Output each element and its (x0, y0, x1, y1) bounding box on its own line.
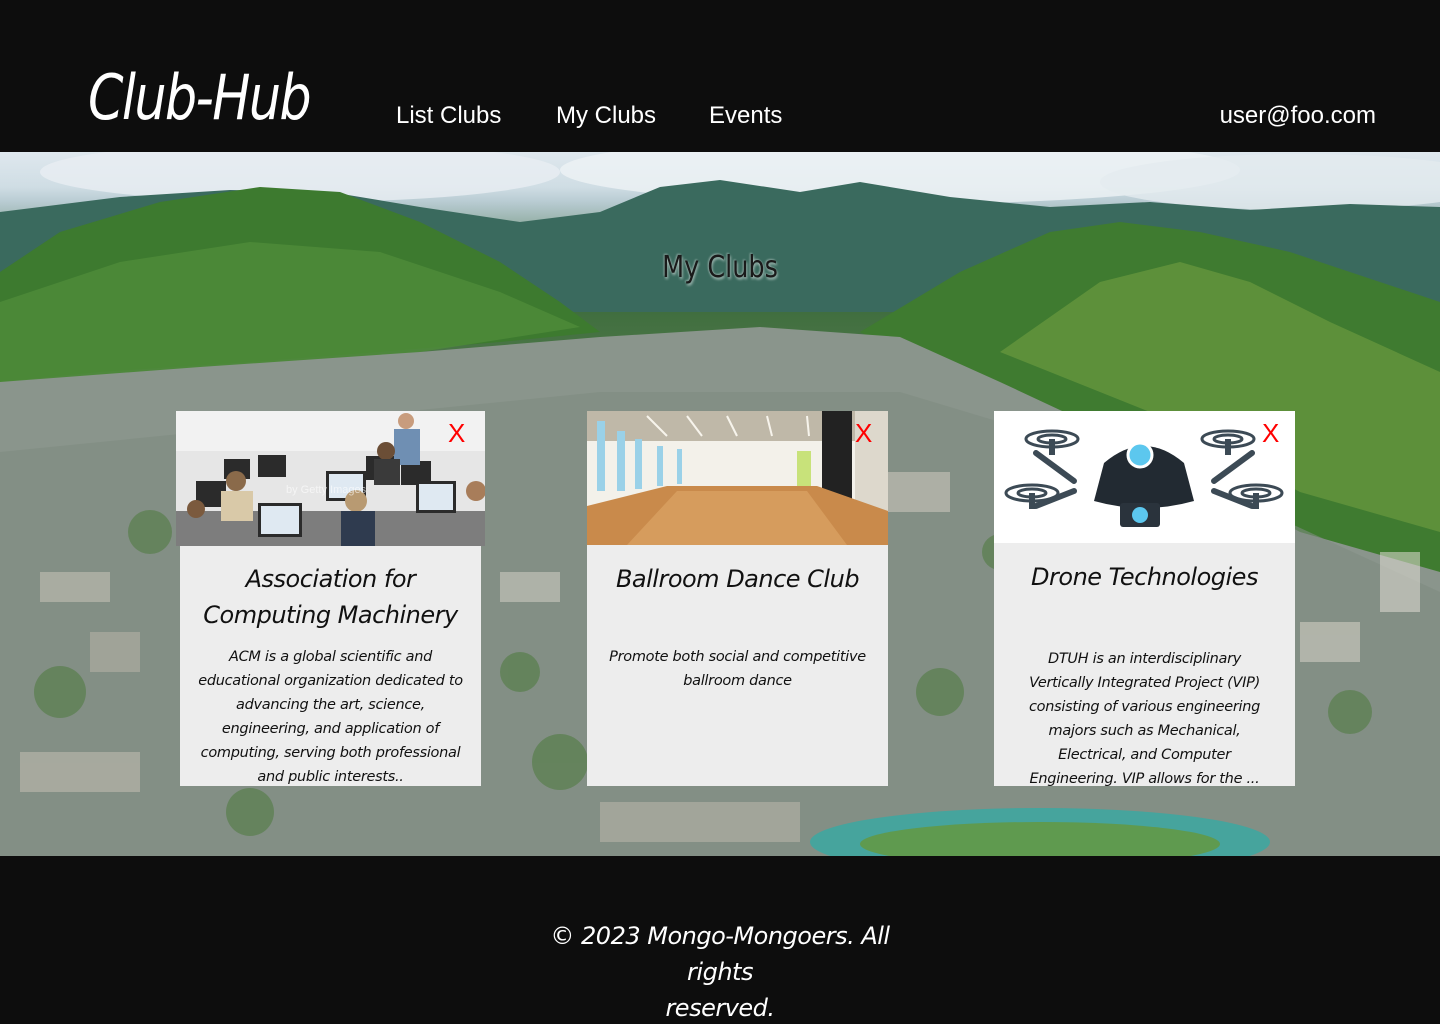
footer: © 2023 Mongo-Mongoers. All rights reserv… (0, 856, 1440, 1024)
copyright-line: reserved. (665, 994, 775, 1022)
club-title: Ballroom Dance Club (615, 565, 860, 593)
computer-lab-photo (176, 411, 485, 546)
nav-my-clubs[interactable]: My Clubs (556, 100, 656, 132)
nav-list-clubs[interactable]: List Clubs (396, 100, 501, 132)
drone-illustration (994, 411, 1295, 543)
remove-club-button[interactable]: X (448, 419, 465, 447)
club-image (994, 411, 1295, 543)
club-card-ballroom[interactable]: X Ballroom Dance Club Promote both socia… (587, 411, 888, 786)
club-image (587, 411, 888, 545)
nav-events[interactable]: Events (709, 100, 782, 132)
club-image: by Getty Images (176, 411, 485, 546)
remove-club-button[interactable]: X (855, 419, 872, 447)
club-title-line: Computing Machinery (203, 601, 458, 629)
remove-club-button[interactable]: X (1262, 419, 1279, 447)
top-navbar: Club-Hub List Clubs My Clubs Events user… (0, 0, 1440, 152)
club-title: Drone Technologies (1031, 563, 1258, 591)
club-description: ACM is a global scientific and education… (198, 649, 463, 785)
copyright-line: © 2023 Mongo-Mongoers. All rights (550, 922, 890, 986)
watermark-text: by Getty Images (286, 484, 367, 496)
club-description: DTUH is an interdisciplinary Vertically … (1028, 651, 1260, 787)
club-card-drone[interactable]: X Drone Technologies DTUH is an interdis… (994, 411, 1295, 787)
page-title: My Clubs (662, 250, 778, 285)
club-description: Promote both social and competitive ball… (609, 649, 866, 689)
club-card-acm[interactable]: by Getty Images X Association for Comput… (176, 411, 485, 786)
user-menu[interactable]: user@foo.com (1220, 100, 1376, 132)
copyright-text: © 2023 Mongo-Mongoers. All rights reserv… (520, 918, 920, 1024)
hero-background: My Clubs by Getty Images X Association f… (0, 152, 1440, 856)
club-title-line: Association for (245, 565, 416, 593)
club-title: Association for Computing Machinery (180, 561, 481, 633)
brand-logo[interactable]: Club-Hub (88, 58, 312, 138)
dance-studio-photo (587, 411, 888, 545)
